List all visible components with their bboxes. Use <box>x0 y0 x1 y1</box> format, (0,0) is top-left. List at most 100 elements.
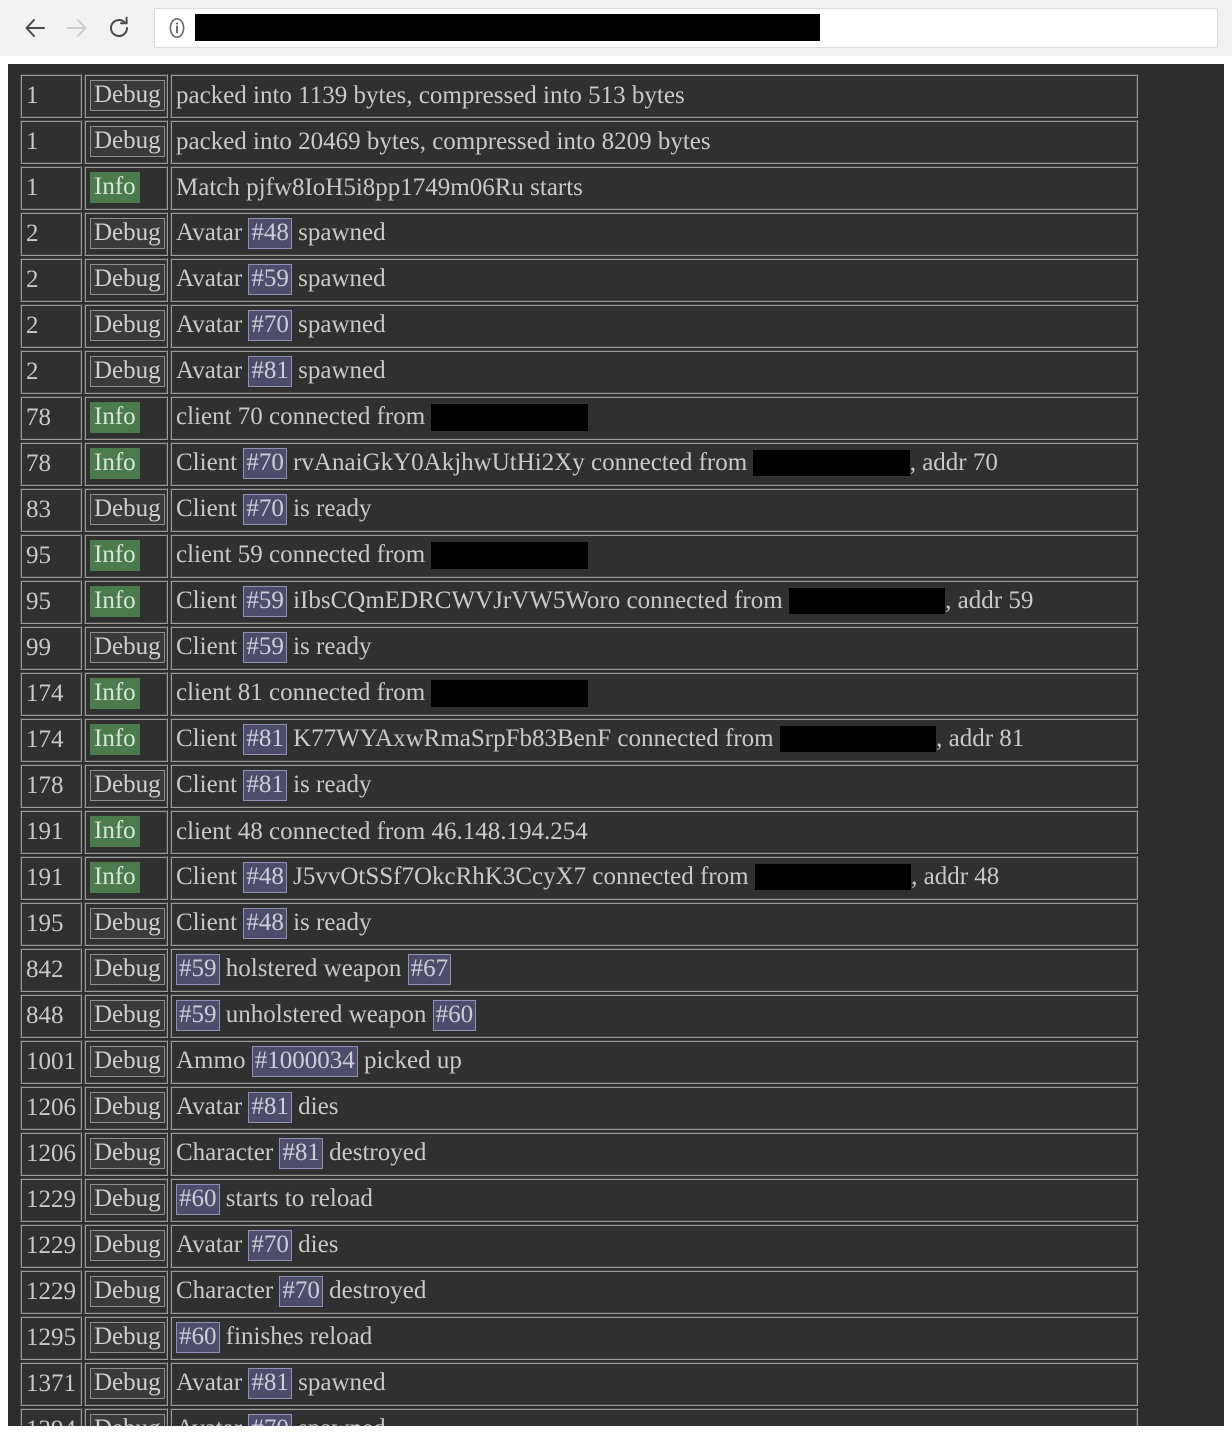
log-message-cell: Avatar #81 spawned <box>170 350 1138 394</box>
log-level-cell: Debug <box>84 304 168 348</box>
log-level-cell: Debug <box>84 902 168 946</box>
log-level-badge: Debug <box>90 1000 165 1031</box>
log-message-text: holstered weapon <box>219 955 408 982</box>
log-message-cell: #60 starts to reload <box>170 1178 1138 1222</box>
log-message-text: Avatar <box>176 311 249 338</box>
log-row: 1 Info Match pjfw8IoH5i8pp1749m06Ru starts <box>20 166 1138 210</box>
entity-id-tag: #60 <box>176 1322 220 1353</box>
log-row: 1206 Debug Avatar #81 dies <box>20 1086 1138 1130</box>
entity-id-tag: #81 <box>248 1368 292 1399</box>
log-level-cell: Info <box>84 442 168 486</box>
log-timestamp: 2 <box>20 350 82 394</box>
log-level-badge: Debug <box>90 356 165 387</box>
log-message-text: Avatar <box>176 1231 249 1258</box>
log-message-cell: Avatar #81 spawned <box>170 1362 1138 1406</box>
log-message-text: Avatar <box>176 265 249 292</box>
log-timestamp: 191 <box>20 856 82 900</box>
log-message-cell: Client #48 J5vvOtSSf7OkcRhK3CcyX7 connec… <box>170 856 1138 900</box>
redacted-ip-address: 46.148.194.254 <box>431 680 588 707</box>
entity-id-tag: #59 <box>248 264 292 295</box>
log-timestamp: 78 <box>20 442 82 486</box>
entity-id-tag: #59 <box>176 1000 220 1031</box>
log-timestamp: 1206 <box>20 1086 82 1130</box>
log-row: 1 Debug packed into 20469 bytes, compresse… <box>20 120 1138 164</box>
log-row: 2 Debug Avatar #70 spawned <box>20 304 1138 348</box>
site-info-icon[interactable] <box>165 16 189 40</box>
redacted-ip-address: 46.148.194.254 <box>753 450 910 477</box>
back-arrow-icon <box>25 19 45 37</box>
log-level-cell: Debug <box>84 1178 168 1222</box>
log-message-text: Avatar <box>176 357 249 384</box>
entity-id-tag: #70 <box>243 448 287 479</box>
log-timestamp: 174 <box>20 672 82 716</box>
log-timestamp: 95 <box>20 580 82 624</box>
log-message-cell: Avatar #81 dies <box>170 1086 1138 1130</box>
log-level-cell: Debug <box>84 626 168 670</box>
entity-id-tag: #81 <box>279 1138 323 1169</box>
log-level-badge: Info <box>90 540 140 571</box>
back-button[interactable] <box>14 7 56 49</box>
log-row: 78 Info Client #70 rvAnaiGkY0AkjhwUtHi2Xy … <box>20 442 1138 486</box>
log-level-badge: Debug <box>90 632 165 663</box>
log-timestamp: 848 <box>20 994 82 1038</box>
log-message-text: is ready <box>286 633 372 660</box>
log-row: 191 Info Client #48 J5vvOtSSf7OkcRhK3CcyX7… <box>20 856 1138 900</box>
log-message-cell: #59 unholstered weapon #60 <box>170 994 1138 1038</box>
entity-id-tag: #1000034 <box>251 1046 358 1077</box>
log-message-cell: Client #81 K77WYAxwRmaSrpFb83BenF connec… <box>170 718 1138 762</box>
log-level-cell: Debug <box>84 1362 168 1406</box>
log-timestamp: 78 <box>20 396 82 440</box>
log-level-cell: Info <box>84 166 168 210</box>
log-level-cell: Info <box>84 672 168 716</box>
log-row: 1371 Debug Avatar #81 spawned <box>20 1362 1138 1406</box>
log-row: 174 Info client 81 connected from 46.148.1… <box>20 672 1138 716</box>
log-level-cell: Debug <box>84 994 168 1038</box>
log-message-cell: Client #70 rvAnaiGkY0AkjhwUtHi2Xy connec… <box>170 442 1138 486</box>
log-row: 1229 Debug #60 starts to reload <box>20 1178 1138 1222</box>
reload-button[interactable] <box>98 7 140 49</box>
redacted-ip-address: 46.148.194.254 <box>431 404 588 431</box>
entity-id-tag: #81 <box>248 356 292 387</box>
url-redaction-bar <box>195 14 820 41</box>
log-level-badge: Debug <box>90 1322 165 1353</box>
log-message-cell: client 81 connected from 46.148.194.254 <box>170 672 1138 716</box>
reload-icon <box>110 16 128 37</box>
log-message-cell: Character #81 destroyed <box>170 1132 1138 1176</box>
log-message-cell: Match pjfw8IoH5i8pp1749m06Ru starts <box>170 166 1138 210</box>
log-message-text: Character <box>176 1277 280 1304</box>
log-timestamp: 1229 <box>20 1270 82 1314</box>
browser-toolbar: /log.html <box>0 0 1232 56</box>
log-level-badge: Info <box>90 402 140 433</box>
log-level-badge: Debug <box>90 954 165 985</box>
entity-id-tag: #70 <box>248 1230 292 1261</box>
log-message-cell: Avatar #70 dies <box>170 1224 1138 1268</box>
log-message-text: Match pjfw8IoH5i8pp1749m06Ru starts <box>176 174 583 201</box>
log-message-text: packed into 20469 bytes, compressed into… <box>176 128 711 155</box>
log-message-text: Ammo <box>176 1047 252 1074</box>
url-text-container[interactable]: /log.html <box>195 8 1207 48</box>
log-level-badge: Debug <box>90 310 165 341</box>
log-level-badge: Info <box>90 862 140 893</box>
log-message-cell: Client #81 is ready <box>170 764 1138 808</box>
log-timestamp: 1229 <box>20 1178 82 1222</box>
log-message-text: spawned <box>291 1369 386 1396</box>
log-level-badge: Debug <box>90 1368 165 1399</box>
redacted-ip-address: 46.148.194.254 <box>431 542 588 569</box>
log-timestamp: 99 <box>20 626 82 670</box>
log-row: 1295 Debug #60 finishes reload <box>20 1316 1138 1360</box>
log-row: 2 Debug Avatar #48 spawned <box>20 212 1138 256</box>
entity-id-tag: #67 <box>407 954 452 985</box>
log-message-text: spawned <box>291 357 386 384</box>
entity-id-tag: #60 <box>176 1184 220 1215</box>
log-level-badge: Debug <box>90 218 165 249</box>
log-message-cell: Ammo #1000034 picked up <box>170 1040 1138 1084</box>
forward-button[interactable] <box>56 7 98 49</box>
log-timestamp: 83 <box>20 488 82 532</box>
log-message-cell: Client #70 is ready <box>170 488 1138 532</box>
entity-id-tag: #48 <box>243 908 287 939</box>
log-message-cell: Avatar #70 spawned <box>170 304 1138 348</box>
log-message-text: packed into 1139 bytes, compressed into … <box>176 82 685 109</box>
log-timestamp: 2 <box>20 212 82 256</box>
address-bar[interactable]: /log.html <box>154 8 1218 48</box>
log-message-text: Client <box>176 633 244 660</box>
